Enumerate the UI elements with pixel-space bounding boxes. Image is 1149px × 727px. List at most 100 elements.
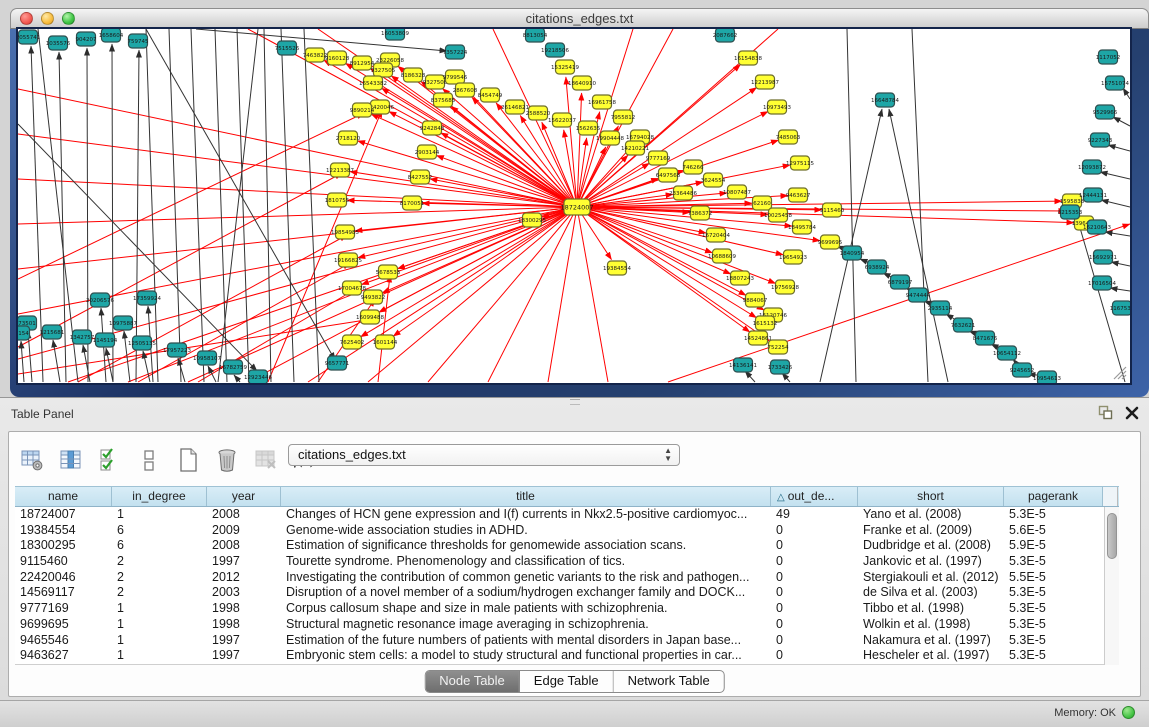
resize-grip-icon[interactable]	[1114, 367, 1126, 379]
network-node[interactable]: 15692971	[1089, 250, 1117, 264]
network-node[interactable]: 19384554	[603, 261, 631, 275]
cell-short[interactable]: Dudbridge et al. (2008)	[858, 538, 1004, 554]
column-header-title[interactable]: title	[281, 487, 771, 506]
network-node[interactable]: 9160128	[325, 51, 350, 65]
cell-name[interactable]: 18724007	[15, 507, 112, 523]
cell-pagerank[interactable]: 5.3E-5	[1004, 617, 1103, 633]
network-node[interactable]: 8471676	[973, 331, 998, 345]
cell-name[interactable]: 22420046	[15, 570, 112, 586]
network-node[interactable]: 18495784	[788, 220, 816, 234]
cell-title[interactable]: Estimation of the future numbers of pati…	[281, 633, 771, 649]
network-node[interactable]: 19654923	[779, 250, 807, 264]
cell-short[interactable]: Tibbo et al. (1998)	[858, 601, 1004, 617]
network-node[interactable]: 2588520	[526, 106, 551, 120]
column-header-out_de[interactable]: △out_de...	[771, 487, 858, 506]
network-node[interactable]: 7485063	[776, 130, 801, 144]
network-node[interactable]: 17359924	[133, 291, 161, 305]
cell-title[interactable]: Tourette syndrome. Phenomenology and cla…	[281, 554, 771, 570]
network-node[interactable]: 15325419	[551, 60, 579, 74]
network-node[interactable]: 746266	[683, 160, 704, 174]
network-node[interactable]: 14210221	[621, 141, 649, 155]
cell-year[interactable]: 1998	[207, 601, 281, 617]
table-row[interactable]: 1872400712008Changes of HCN gene express…	[15, 507, 1119, 523]
table-row[interactable]: 1938455462009Genome-wide association stu…	[15, 523, 1119, 539]
network-node[interactable]: 14524861	[744, 331, 772, 345]
network-node[interactable]: 1035576	[46, 36, 71, 50]
network-node[interactable]: 16543382	[359, 76, 387, 90]
network-node[interactable]: 8813054	[523, 29, 548, 42]
network-node[interactable]: 8427552	[408, 170, 433, 184]
cell-in_degree[interactable]: 2	[112, 554, 207, 570]
table-row[interactable]: 969969511998Structural magnetic resonanc…	[15, 617, 1119, 633]
network-node[interactable]: 39154	[18, 326, 30, 340]
cell-name[interactable]: 9115460	[15, 554, 112, 570]
network-node[interactable]: 7357224	[443, 45, 468, 59]
network-node[interactable]: 6497568	[656, 168, 681, 182]
cell-pagerank[interactable]: 5.3E-5	[1004, 554, 1103, 570]
cell-pagerank[interactable]: 5.3E-5	[1004, 585, 1103, 601]
table-scrollbar[interactable]	[1104, 507, 1119, 665]
cell-out_de[interactable]: 0	[771, 617, 858, 633]
network-node[interactable]: 2718120	[336, 131, 361, 145]
network-node[interactable]: 3624554	[701, 173, 726, 187]
network-node[interactable]: 10954613	[1033, 371, 1061, 383]
network-node[interactable]: 9227343	[1088, 133, 1113, 147]
cell-in_degree[interactable]: 1	[112, 601, 207, 617]
network-canvas[interactable]: 7463822916012889129542322605893275051654…	[18, 29, 1130, 383]
network-node[interactable]: 9799546	[443, 70, 468, 84]
network-node[interactable]: 2903144	[415, 145, 440, 159]
network-node[interactable]: 10025458	[764, 208, 792, 222]
network-node[interactable]: 7463822	[303, 48, 328, 62]
window-titlebar[interactable]: citations_edges.txt	[10, 8, 1149, 29]
cell-in_degree[interactable]: 2	[112, 570, 207, 586]
cell-year[interactable]: 2008	[207, 538, 281, 554]
table-row[interactable]: 946362711997Embryonic stem cells: a mode…	[15, 648, 1119, 664]
network-node[interactable]: 15622037	[548, 113, 576, 127]
network-node[interactable]: 9699695	[818, 235, 843, 249]
cell-title[interactable]: Disruption of a novel member of a sodium…	[281, 585, 771, 601]
column-header-short[interactable]: short	[858, 487, 1004, 506]
network-node[interactable]: 12213987	[751, 75, 779, 89]
network-node[interactable]: 7632621	[951, 318, 976, 332]
network-node[interactable]: 8215353	[1058, 205, 1083, 219]
network-node[interactable]: 9529966	[1093, 105, 1118, 119]
network-node[interactable]: 8454749	[478, 88, 503, 102]
network-node[interactable]: 18640910	[568, 76, 596, 90]
cell-title[interactable]: Estimation of significance thresholds fo…	[281, 538, 771, 554]
memory-indicator[interactable]: Memory: OK	[1054, 706, 1135, 719]
cell-title[interactable]: Structural magnetic resonance image aver…	[281, 617, 771, 633]
table-row[interactable]: 977716911998Corpus callosum shape and si…	[15, 601, 1119, 617]
network-node[interactable]: 19218506	[541, 43, 569, 57]
network-node[interactable]: 16053809	[381, 29, 409, 40]
network-node[interactable]: 6938924	[865, 260, 890, 274]
network-node[interactable]: 7955812	[611, 110, 636, 124]
cell-in_degree[interactable]: 6	[112, 538, 207, 554]
cell-pagerank[interactable]: 5.3E-5	[1004, 633, 1103, 649]
network-node[interactable]: 1215681	[40, 325, 65, 339]
table-row[interactable]: 1456911722003Disruption of a novel membe…	[15, 585, 1119, 601]
cell-short[interactable]: de Silva et al. (2003)	[858, 585, 1004, 601]
network-node[interactable]: 15751074	[1101, 76, 1129, 90]
cell-year[interactable]: 2012	[207, 570, 281, 586]
network-node[interactable]: 7625402	[340, 335, 365, 349]
cell-title[interactable]: Investigating the contribution of common…	[281, 570, 771, 586]
network-node[interactable]: 16154838	[734, 51, 762, 65]
cell-year[interactable]: 1997	[207, 633, 281, 649]
cell-title[interactable]: Genome-wide association studies in ADHD.	[281, 523, 771, 539]
network-node[interactable]: 1615132	[753, 316, 778, 330]
network-node[interactable]: 6879197	[888, 275, 913, 289]
network-node[interactable]: 12444131	[1079, 188, 1107, 202]
network-node[interactable]: 1733426	[768, 360, 793, 374]
cell-out_de[interactable]: 0	[771, 585, 858, 601]
cell-short[interactable]: Jankovic et al. (1997)	[858, 554, 1004, 570]
trash-icon[interactable]	[214, 446, 240, 474]
network-node[interactable]: 62160	[753, 196, 772, 210]
network-node[interactable]: 9777169	[646, 151, 671, 165]
network-node[interactable]: 10958107	[193, 351, 221, 365]
network-node[interactable]: 9115460	[820, 203, 845, 217]
network-node[interactable]: 9493822	[361, 290, 386, 304]
cell-year[interactable]: 1997	[207, 648, 281, 664]
cell-name[interactable]: 18300295	[15, 538, 112, 554]
network-node[interactable]: 16720404	[702, 228, 730, 242]
cell-year[interactable]: 2008	[207, 507, 281, 523]
